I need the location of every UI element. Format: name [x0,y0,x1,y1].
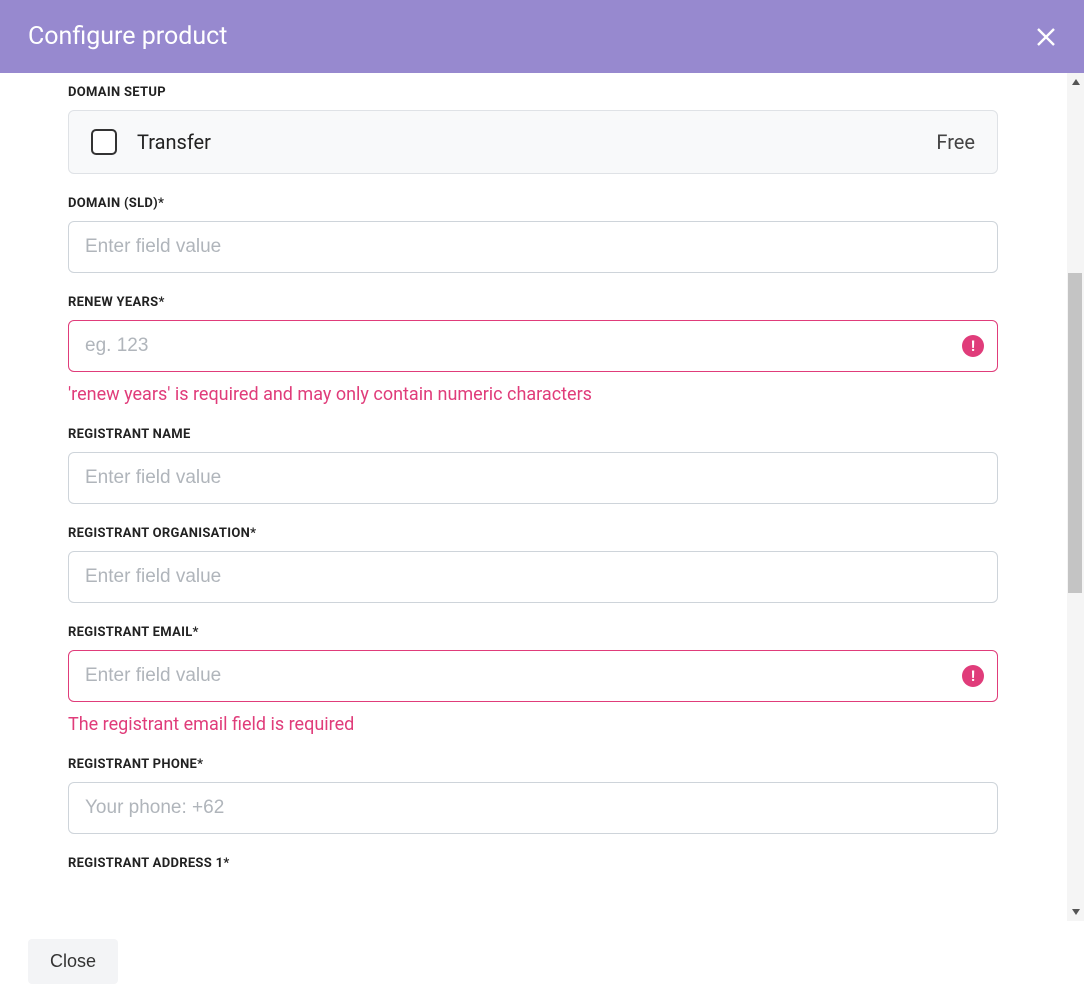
registrant-org-input[interactable] [68,551,998,603]
registrant-email-error: The registrant email field is required [68,714,998,735]
modal-body: DOMAIN SETUP Transfer Free DOMAIN (SLD)*… [0,73,1066,921]
domain-setup-label: DOMAIN SETUP [68,85,998,100]
domain-setup-option[interactable]: Transfer Free [68,110,998,174]
renew-years-label: RENEW YEARS* [68,295,998,310]
registrant-email-label: REGISTRANT EMAIL* [68,625,998,640]
modal-footer: Close [0,921,1084,1002]
registrant-phone-label: REGISTRANT PHONE* [68,757,998,772]
scrollbar[interactable] [1066,73,1084,921]
renew-years-input[interactable] [68,320,998,372]
transfer-checkbox[interactable] [91,129,117,155]
scroll-down-icon[interactable] [1067,903,1084,921]
registrant-org-label: REGISTRANT ORGANISATION* [68,526,998,541]
renew-years-error: 'renew years' is required and may only c… [68,384,998,405]
transfer-label: Transfer [137,130,211,154]
domain-sld-label: DOMAIN (SLD)* [68,196,998,211]
domain-sld-input[interactable] [68,221,998,273]
registrant-phone-input[interactable] [68,782,998,834]
registrant-email-input[interactable] [68,650,998,702]
close-icon[interactable] [1036,27,1056,47]
error-icon: ! [962,335,984,357]
scroll-thumb[interactable] [1068,273,1082,593]
registrant-name-input[interactable] [68,452,998,504]
error-icon: ! [962,665,984,687]
modal-title: Configure product [28,22,227,51]
registrant-address1-label: REGISTRANT ADDRESS 1* [68,856,998,871]
transfer-price: Free [936,130,975,154]
configure-product-modal: Configure product DOMAIN SETUP Transfer … [0,0,1084,1002]
modal-header: Configure product [0,0,1084,73]
close-button[interactable]: Close [28,939,118,984]
scroll-up-icon[interactable] [1067,73,1084,91]
registrant-name-label: REGISTRANT NAME [68,427,998,442]
